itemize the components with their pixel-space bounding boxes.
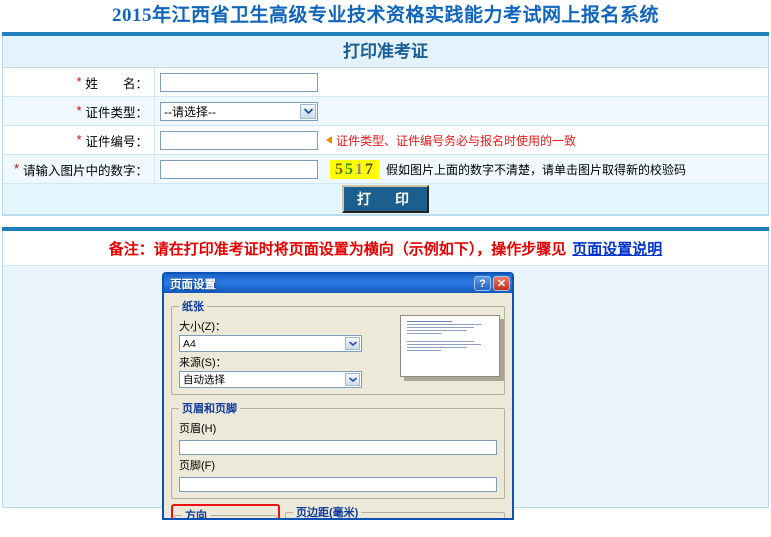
chevron-down-icon[interactable] [345, 337, 360, 350]
print-admission-panel: 打印准考证 * 姓 名： * 证件类型： --请选择-- * 证件编号： 证件类… [2, 36, 769, 216]
label-id-number: 证件编号： [85, 134, 148, 149]
dialog-title-bar: 页面设置 ? ✕ [164, 274, 512, 293]
orientation-group: 方向 纵向(O) 横向(A) [174, 507, 277, 520]
orientation-highlight-box: 方向 纵向(O) 横向(A) [171, 504, 280, 520]
form-row-name: * 姓 名： [3, 68, 768, 97]
help-icon[interactable]: ? [474, 276, 491, 291]
label-cell-id-number: * 证件编号： [3, 126, 155, 154]
example-image-area: 页面设置 ? ✕ 纸张 大小(Z)： A4 来源(S)： 自动选择 页眉和页脚 … [3, 266, 768, 520]
preview-text-line [407, 341, 475, 342]
chevron-down-icon[interactable] [345, 373, 360, 386]
paper-source-label: 来源(S)： [179, 357, 227, 369]
preview-text-line [407, 333, 442, 334]
print-button[interactable]: 打 印 [342, 185, 429, 213]
captcha-digit-3: 1 [355, 160, 365, 178]
id-type-select[interactable]: --请选择-- [160, 101, 318, 121]
value-cell-name [155, 68, 768, 96]
footer-input[interactable] [179, 476, 497, 492]
page-preview [400, 315, 504, 381]
label-name: 姓 名： [85, 76, 148, 91]
label-cell-captcha: * 请输入图片中的数字： [3, 155, 155, 183]
label-id-type: 证件类型： [85, 105, 148, 120]
required-asterisk: * [76, 133, 82, 147]
header-label: 页眉(H) [179, 423, 217, 435]
preview-page [400, 315, 500, 377]
value-cell-id-type: --请选择-- [155, 97, 768, 125]
preview-spacer [407, 336, 493, 339]
captcha-digit-4: 7 [365, 160, 375, 178]
preview-text-line [407, 344, 481, 345]
label-cell-id-type: * 证件类型： [3, 97, 155, 125]
section-title: 打印准考证 [3, 36, 768, 68]
captcha-image[interactable]: 5517 [330, 159, 379, 179]
paper-size-value: A4 [183, 337, 196, 350]
header-footer-group: 页眉和页脚 页眉(H) 页脚(F) [171, 400, 505, 499]
required-asterisk: * [14, 162, 19, 176]
preview-text-line [407, 327, 475, 328]
required-asterisk: * [76, 104, 82, 118]
page-title: 2015年江西省卫生高级专业技术资格实践能力考试网上报名系统 [0, 0, 771, 32]
label-captcha: 请输入图片中的数字： [22, 163, 148, 178]
captcha-note: 假如图片上面的数字不清楚，请单击图片取得新的校验码 [386, 162, 687, 177]
note-text: 备注：请在打印准考证时将页面设置为横向（示例如下），操作步骤见 [108, 241, 567, 258]
paper-size-label: 大小(Z)： [179, 321, 227, 333]
value-cell-id-number: 证件类型、证件编号务必与报名时使用的一致 [155, 126, 768, 154]
form-row-id-number: * 证件编号： 证件类型、证件编号务必与报名时使用的一致 [3, 126, 768, 155]
header-footer-legend: 页眉和页脚 [182, 403, 237, 415]
paper-size-combo[interactable]: A4 [179, 335, 362, 352]
orientation-legend: 方向 [185, 510, 207, 520]
label-cell-name: * 姓 名： [3, 68, 155, 96]
orientation-margins-row: 方向 纵向(O) 横向(A) [171, 504, 505, 520]
footer-label: 页脚(F) [179, 460, 216, 472]
dialog-title: 页面设置 [170, 278, 216, 291]
name-input[interactable] [160, 72, 318, 92]
page-setup-dialog: 页面设置 ? ✕ 纸张 大小(Z)： A4 来源(S)： 自动选择 页眉和页脚 … [162, 272, 514, 520]
form-row-id-type: * 证件类型： --请选择-- [3, 97, 768, 126]
preview-text-line [407, 321, 452, 322]
page-setup-instructions-link[interactable]: 页面设置说明 [572, 238, 662, 259]
paper-source-combo[interactable]: 自动选择 [179, 371, 362, 388]
chevron-down-icon[interactable] [300, 103, 316, 119]
panel-gap [0, 216, 771, 227]
form-row-captcha: * 请输入图片中的数字： 5517 假如图片上面的数字不清楚，请单击图片取得新的… [3, 155, 768, 184]
preview-text-line [407, 347, 468, 348]
margins-legend: 页边距(毫米) [296, 507, 359, 519]
triangle-left-icon [326, 136, 332, 144]
dialog-body: 纸张 大小(Z)： A4 来源(S)： 自动选择 页眉和页脚 页眉(H) 页脚(… [164, 293, 512, 520]
required-asterisk: * [76, 75, 82, 89]
preview-text-line [407, 324, 481, 325]
id-number-input[interactable] [160, 130, 318, 150]
captcha-digit-2: 5 [345, 160, 355, 178]
preview-text-line [407, 330, 468, 331]
paper-group-legend: 纸张 [182, 301, 204, 313]
captcha-digit-1: 5 [335, 160, 345, 178]
captcha-input[interactable] [160, 159, 318, 179]
page-root: 2015年江西省卫生高级专业技术资格实践能力考试网上报名系统 打印准考证 * 姓… [0, 0, 771, 537]
id-type-hint: 证件类型、证件编号务必与报名时使用的一致 [326, 132, 576, 149]
header-input[interactable] [179, 439, 497, 455]
note-line: 备注：请在打印准考证时将页面设置为横向（示例如下），操作步骤见 页面设置说明 [3, 231, 768, 266]
id-type-selected-value: --请选择-- [164, 104, 216, 119]
close-icon[interactable]: ✕ [493, 276, 510, 291]
preview-text-line [407, 350, 442, 351]
note-panel: 备注：请在打印准考证时将页面设置为横向（示例如下），操作步骤见 页面设置说明 页… [2, 231, 769, 520]
print-button-row: 打 印 [3, 184, 768, 215]
margins-group: 页边距(毫米) 左(L)： 右(R)： 上(T)： 下(B)： [285, 504, 505, 519]
paper-source-value: 自动选择 [183, 374, 225, 386]
value-cell-captcha: 5517 假如图片上面的数字不清楚，请单击图片取得新的校验码 [155, 155, 768, 183]
id-type-hint-text: 证件类型、证件编号务必与报名时使用的一致 [336, 133, 577, 148]
paper-fields: 大小(Z)： A4 来源(S)： 自动选择 [179, 318, 362, 388]
